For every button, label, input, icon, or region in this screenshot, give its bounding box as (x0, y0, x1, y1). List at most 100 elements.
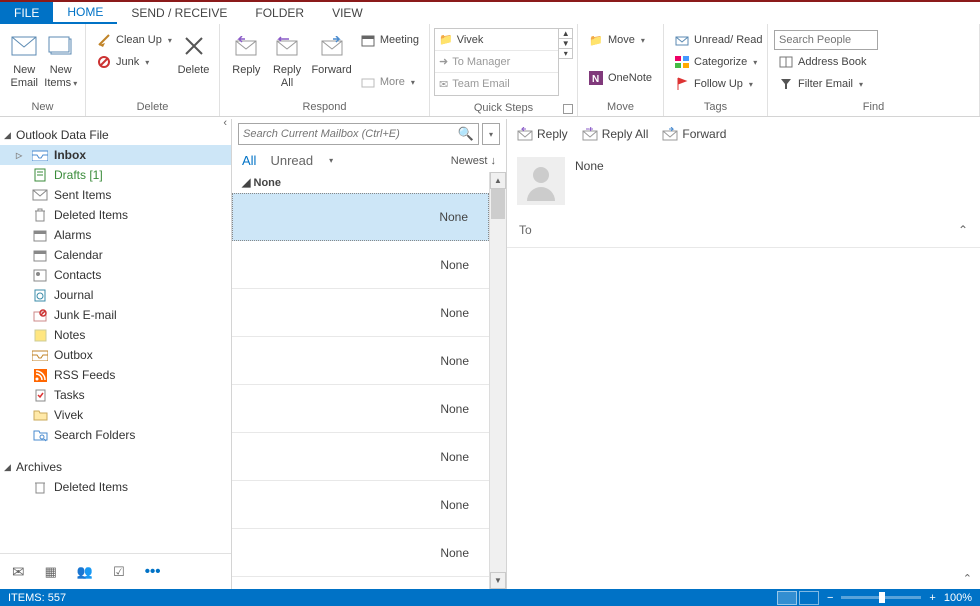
scroll-up-button[interactable]: ▲ (490, 172, 506, 189)
nav-collapse-button[interactable]: ‹ (223, 117, 227, 129)
qs-down[interactable]: ▼ (559, 39, 572, 49)
message-item[interactable]: None (232, 529, 489, 577)
unread-read-button[interactable]: Unread/ Read (670, 30, 767, 50)
zoom-slider[interactable] (841, 596, 921, 599)
tab-file[interactable]: FILE (0, 2, 53, 24)
nav-alarms[interactable]: Alarms (0, 225, 231, 245)
delete-button[interactable]: Delete (174, 28, 213, 77)
new-email-button[interactable]: New Email (6, 28, 43, 90)
book-icon (778, 54, 794, 70)
reading-reply-button[interactable]: Reply (517, 127, 568, 141)
nav-search-folders[interactable]: Search Folders (0, 425, 231, 445)
message-item[interactable]: None (232, 385, 489, 433)
inbox-icon (32, 148, 48, 162)
filter-all[interactable]: All (242, 153, 256, 168)
ribbon: New Email New Items▾ New Clean Up▾ Junk▾… (0, 24, 980, 117)
tab-home[interactable]: HOME (53, 2, 117, 24)
reading-reply-all-button[interactable]: Reply All (582, 127, 649, 141)
nav-deleted[interactable]: Deleted Items (0, 205, 231, 225)
switch-mail[interactable]: ✉ (12, 563, 25, 581)
message-item[interactable]: None (232, 289, 489, 337)
sent-icon (32, 188, 48, 202)
message-list-pane: 🔍 ▾ All Unread ▾ Newest ↓ ◢ None None No… (232, 119, 507, 589)
scroll-down-button[interactable]: ▼ (490, 572, 506, 589)
nav-calendar[interactable]: Calendar (0, 245, 231, 265)
block-icon (96, 54, 112, 70)
view-reading-button[interactable] (799, 591, 819, 605)
filter-email-button[interactable]: Filter Email▾ (774, 74, 878, 94)
message-item[interactable]: None (232, 433, 489, 481)
nav-journal[interactable]: Journal (0, 285, 231, 305)
switch-calendar[interactable]: ▦ (45, 564, 57, 580)
nav-section-archives[interactable]: ◢Archives (0, 457, 231, 477)
nav-outbox[interactable]: Outbox (0, 345, 231, 365)
group-label-find: Find (768, 99, 979, 116)
nav-junk[interactable]: Junk E-mail (0, 305, 231, 325)
nav-notes[interactable]: Notes (0, 325, 231, 345)
status-item-count: ITEMS: 557 (8, 592, 66, 604)
zoom-level[interactable]: 100% (944, 592, 972, 604)
zoom-in-button[interactable]: + (929, 592, 935, 604)
msglist-scrollbar[interactable]: ▲ ▼ (489, 172, 506, 589)
qs-launcher[interactable] (563, 104, 573, 114)
reading-forward-button[interactable]: Forward (662, 127, 726, 141)
team-icon: ✉ (439, 78, 448, 91)
nav-section-datafile[interactable]: ◢Outlook Data File (0, 125, 231, 145)
quick-steps-gallery[interactable]: 📁Vivek ➜To Manager ✉Team Email (434, 28, 559, 96)
switch-tasks[interactable]: ☑ (113, 564, 125, 580)
envelope-open-icon (674, 32, 690, 48)
forward-button[interactable]: Forward (307, 28, 355, 77)
search-mailbox-input[interactable]: 🔍 (238, 123, 479, 145)
nav-contacts[interactable]: Contacts (0, 265, 231, 285)
sender-avatar (517, 157, 565, 205)
message-item[interactable]: None (232, 337, 489, 385)
view-normal-button[interactable] (777, 591, 797, 605)
msg-group-header[interactable]: ◢ None (232, 172, 489, 193)
calendar-icon (32, 228, 48, 242)
switch-more[interactable]: ••• (145, 563, 161, 580)
tab-folder[interactable]: FOLDER (241, 2, 318, 24)
nav-sent[interactable]: Sent Items (0, 185, 231, 205)
respond-more-button[interactable]: More▾ (356, 72, 423, 92)
filter-unread[interactable]: Unread (270, 153, 313, 168)
reading-footer-caret[interactable]: ⌃ (963, 572, 972, 585)
cleanup-button[interactable]: Clean Up▾ (92, 30, 174, 50)
group-label-quicksteps: Quick Steps (430, 100, 577, 117)
qs-more[interactable]: ▾ (559, 49, 572, 58)
tab-send-receive[interactable]: SEND / RECEIVE (117, 2, 241, 24)
nav-inbox[interactable]: ▷Inbox (0, 145, 231, 165)
reply-button[interactable]: Reply (226, 28, 267, 77)
onenote-button[interactable]: NOneNote (584, 68, 656, 88)
address-book-button[interactable]: Address Book (774, 52, 878, 72)
nav-archives-deleted[interactable]: Deleted Items (0, 477, 231, 497)
navigation-pane: ‹ ◢Outlook Data File ▷Inbox Drafts [1] S… (0, 119, 232, 589)
message-item[interactable]: None (232, 481, 489, 529)
message-item[interactable]: None (232, 241, 489, 289)
message-item[interactable]: None (232, 193, 489, 241)
categorize-button[interactable]: Categorize▾ (670, 52, 767, 72)
scroll-thumb[interactable] (491, 189, 505, 219)
categories-icon (674, 54, 690, 70)
arrange-by-button[interactable]: Newest ↓ (451, 155, 496, 167)
tab-view[interactable]: VIEW (318, 2, 377, 24)
move-button[interactable]: 📁Move▾ (584, 30, 656, 50)
nav-vivek[interactable]: Vivek (0, 405, 231, 425)
reply-all-button[interactable]: Reply All (267, 28, 308, 90)
switch-people[interactable]: 👥 (77, 564, 93, 580)
qs-up[interactable]: ▲ (559, 29, 572, 39)
search-icon[interactable]: 🔍 (458, 126, 474, 142)
nav-drafts[interactable]: Drafts [1] (0, 165, 231, 185)
expand-header-button[interactable]: ⌃ (958, 223, 968, 237)
followup-button[interactable]: Follow Up▾ (670, 74, 767, 94)
tasks-icon (32, 388, 48, 402)
nav-tasks[interactable]: Tasks (0, 385, 231, 405)
items-icon (45, 30, 77, 62)
search-people-input[interactable] (774, 30, 878, 50)
search-scope-button[interactable]: ▾ (482, 123, 500, 145)
message-subject: None (575, 157, 604, 205)
new-items-button[interactable]: New Items▾ (43, 28, 80, 90)
zoom-out-button[interactable]: − (827, 592, 833, 604)
nav-rss[interactable]: RSS Feeds (0, 365, 231, 385)
meeting-button[interactable]: Meeting (356, 30, 423, 50)
junk-button[interactable]: Junk▾ (92, 52, 174, 72)
